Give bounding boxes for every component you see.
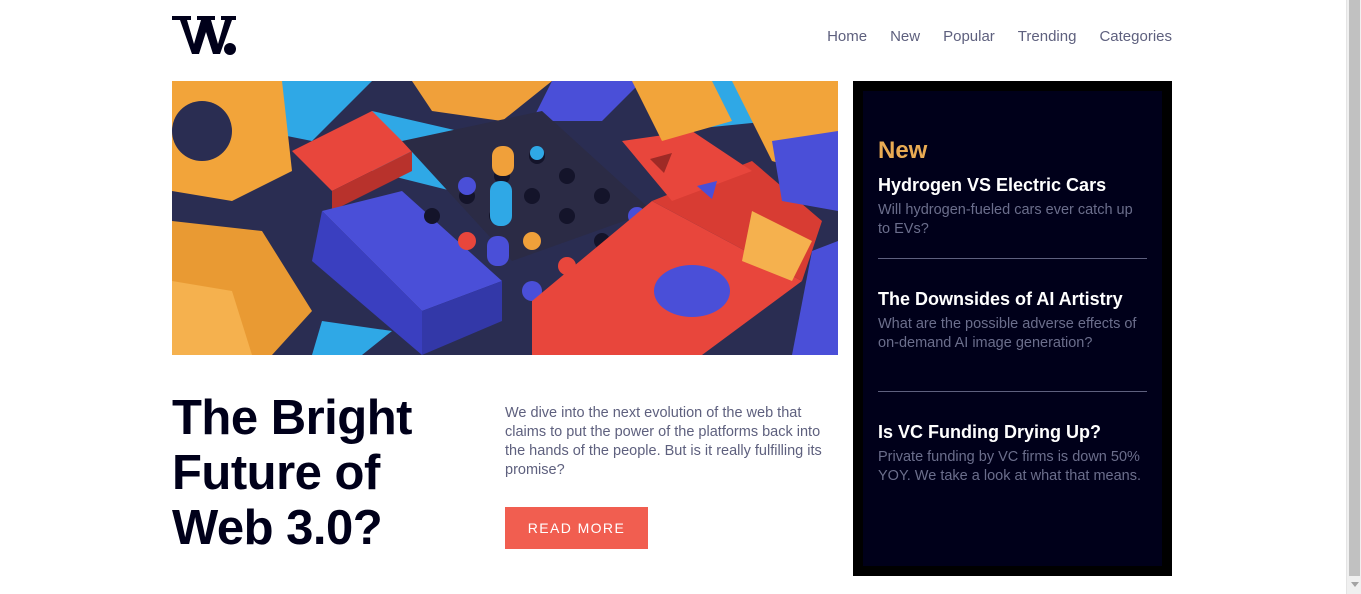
- news-item-summary: What are the possible adverse effects of…: [878, 316, 1137, 351]
- news-item-summary: Will hydrogen-fueled cars ever catch up …: [878, 202, 1133, 237]
- news-item-summary: Private funding by VC firms is down 50% …: [878, 449, 1142, 484]
- sidebar-title: New: [878, 137, 928, 164]
- news-item[interactable]: Is VC Funding Drying Up? Private funding…: [878, 420, 1147, 486]
- hero-description: We dive into the next evolution of the w…: [505, 405, 822, 478]
- read-more-button[interactable]: READ MORE: [505, 507, 648, 549]
- nav-new-link[interactable]: New: [890, 27, 920, 47]
- news-item-title[interactable]: The Downsides of AI Artistry: [878, 287, 1147, 311]
- new-articles-sidebar: New Hydrogen VS Electric Cars Will hydro…: [853, 81, 1172, 576]
- sidebar-panel: New Hydrogen VS Electric Cars Will hydro…: [863, 91, 1162, 566]
- page-scrollbar[interactable]: [1346, 0, 1361, 594]
- nav-popular-link[interactable]: Popular: [943, 27, 995, 47]
- news-item[interactable]: Hydrogen VS Electric Cars Will hydrogen-…: [878, 173, 1147, 239]
- news-divider: [878, 391, 1147, 392]
- main-nav: Home New Popular Trending Categories: [827, 27, 1172, 47]
- nav-categories-link[interactable]: Categories: [1099, 27, 1172, 47]
- news-item[interactable]: The Downsides of AI Artistry What are th…: [878, 287, 1147, 353]
- scrollbar-thumb[interactable]: [1349, 0, 1360, 576]
- hero-title: The Bright Future of Web 3.0?: [172, 391, 412, 555]
- hero-image: [172, 81, 838, 355]
- news-item-title[interactable]: Is VC Funding Drying Up?: [878, 420, 1147, 444]
- nav-home-link[interactable]: Home: [827, 27, 867, 47]
- news-divider: [878, 258, 1147, 259]
- news-item-title[interactable]: Hydrogen VS Electric Cars: [878, 173, 1147, 197]
- nav-trending-link[interactable]: Trending: [1018, 27, 1077, 47]
- site-logo[interactable]: [172, 14, 238, 56]
- scroll-down-arrow-icon[interactable]: [1351, 582, 1359, 587]
